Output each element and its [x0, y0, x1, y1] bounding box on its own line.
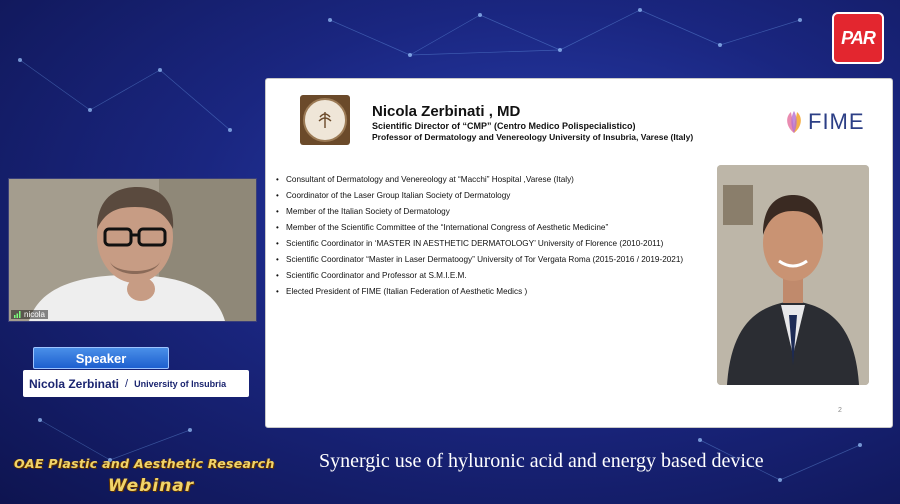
webinar-topic-title: Synergic use of hyluronic acid and energ…: [319, 450, 764, 472]
list-item: Member of the Italian Society of Dermato…: [276, 207, 706, 218]
participant-name: nicola: [24, 310, 45, 319]
speaker-name: Nicola Zerbinati: [29, 376, 120, 391]
speaker-separator: /: [125, 377, 129, 390]
list-item: Scientific Coordinator and Professor at …: [276, 271, 706, 282]
fime-flower-icon: [787, 111, 801, 133]
speaker-tag: Speaker: [33, 347, 169, 369]
webinar-brand-title: OAE Plastic and Aesthetic Research: [14, 456, 275, 471]
list-item: Elected President of FIME (Italian Feder…: [276, 287, 706, 298]
university-seal-icon: [300, 95, 350, 145]
speaker-camera-feed: nicola: [8, 178, 257, 322]
speaker-lower-third: Nicola Zerbinati / University of Insubri…: [23, 370, 249, 397]
webinar-brand-subtitle: Webinar: [108, 476, 195, 496]
list-item: Coordinator of the Laser Group Italian S…: [276, 191, 706, 202]
fime-logo: FIME: [782, 109, 865, 135]
slide-title-line1: Scientific Director of “CMP” (Centro Med…: [372, 121, 636, 131]
bio-bullet-list: Consultant of Dermatology and Venereolog…: [276, 175, 706, 303]
slide-speaker-name: Nicola Zerbinati , MD: [372, 103, 521, 120]
fime-logo-text: FIME: [808, 109, 865, 134]
list-item: Scientific Coordinator in ‘MASTER IN AES…: [276, 239, 706, 250]
slide-page-number: 2: [838, 407, 842, 414]
presentation-slide: Nicola Zerbinati , MD Scientific Directo…: [265, 78, 893, 428]
par-logo: PAR: [832, 12, 884, 64]
list-item: Member of the Scientific Committee of th…: [276, 223, 706, 234]
signal-bars-icon: [14, 311, 21, 318]
slide-title-line2: Professor of Dermatology and Venereology…: [372, 132, 694, 142]
speaker-portrait-photo: [717, 165, 869, 385]
list-item: Scientific Coordinator “Master in Laser …: [276, 255, 706, 266]
list-item: Consultant of Dermatology and Venereolog…: [276, 175, 706, 186]
participant-label: nicola: [11, 310, 48, 319]
speaker-affiliation: University of Insubria: [134, 378, 227, 389]
